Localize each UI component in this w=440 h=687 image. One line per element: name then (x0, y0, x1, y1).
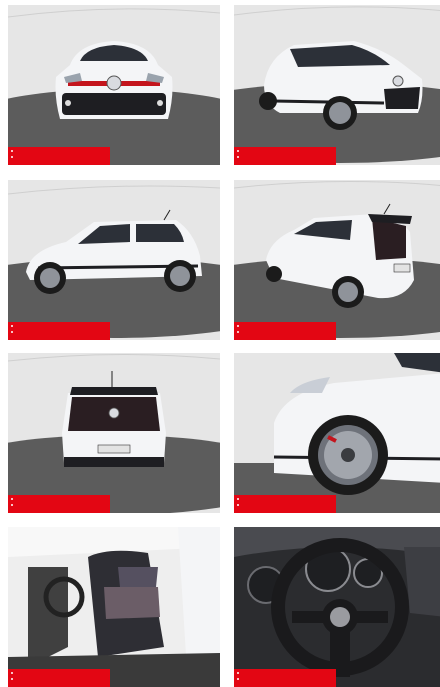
dot-indicator (237, 150, 239, 152)
thumbnail-interior-seats[interactable] (8, 527, 220, 687)
dot-indicator (11, 504, 13, 506)
dot-indicator (11, 156, 13, 158)
car-rear-image (8, 353, 220, 513)
image-label-banner (8, 322, 110, 340)
thumbnail-rear-three-quarter[interactable] (234, 180, 440, 340)
wheel-detail-image (234, 353, 440, 513)
image-label-banner (234, 147, 336, 165)
car-side-image (8, 180, 220, 340)
dot-indicator (237, 504, 239, 506)
thumbnail-wheel-detail[interactable] (234, 353, 440, 513)
steering-wheel-image (234, 527, 440, 687)
dot-indicator (237, 331, 239, 333)
interior-seats-image (8, 527, 220, 687)
dot-indicator (11, 498, 13, 500)
car-rear-three-quarter-image (234, 180, 440, 340)
thumbnail-rear[interactable] (8, 353, 220, 513)
image-label-banner (8, 669, 110, 687)
dot-indicator (11, 331, 13, 333)
thumbnail-front[interactable] (8, 5, 220, 165)
dot-indicator (237, 156, 239, 158)
car-front-three-quarter-image (234, 5, 440, 165)
thumbnail-left-side[interactable] (8, 180, 220, 340)
photo-gallery (0, 0, 440, 687)
thumbnail-front-three-quarter[interactable] (234, 5, 440, 165)
dot-indicator (237, 498, 239, 500)
dot-indicator (237, 672, 239, 674)
thumbnail-steering-wheel[interactable] (234, 527, 440, 687)
image-label-banner (234, 495, 336, 513)
image-label-banner (234, 669, 336, 687)
image-label-banner (8, 495, 110, 513)
image-label-banner (234, 322, 336, 340)
image-label-banner (8, 147, 110, 165)
car-front-image (8, 5, 220, 165)
dot-indicator (237, 325, 239, 327)
dot-indicator (11, 672, 13, 674)
dot-indicator (11, 325, 13, 327)
dot-indicator (11, 150, 13, 152)
